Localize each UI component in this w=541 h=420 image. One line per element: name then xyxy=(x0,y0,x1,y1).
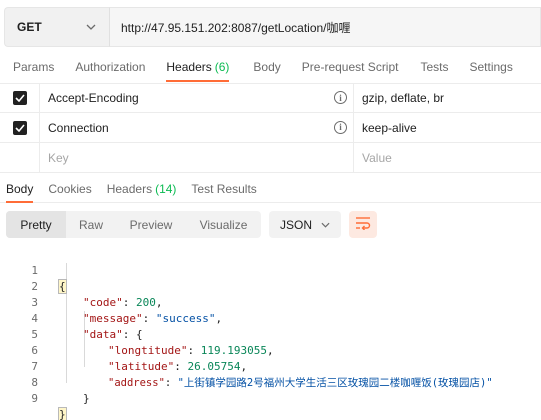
format-select[interactable]: JSON xyxy=(269,211,341,238)
tab-tests[interactable]: Tests xyxy=(420,52,448,82)
code-line: 5 "longtitude": 119.193055, xyxy=(0,311,541,357)
close-brace: } xyxy=(58,407,67,420)
header-key-cell[interactable]: Accept-Encoding i xyxy=(40,83,354,113)
tab-pre-request-script[interactable]: Pre-request Script xyxy=(302,52,399,82)
tab-label: Pre-request Script xyxy=(301,60,399,74)
request-bar: GET http://47.95.151.202:8087/getLocatio… xyxy=(4,7,541,47)
header-enable-checkbox-empty xyxy=(0,142,40,173)
tab-cookies[interactable]: Cookies xyxy=(48,176,91,203)
header-row: Accept-Encoding i gzip, deflate, br xyxy=(0,83,541,113)
header-value-input[interactable]: Value xyxy=(354,143,541,173)
header-value: gzip, deflate, br xyxy=(362,91,445,105)
code-line: 9 } xyxy=(0,375,541,420)
chevron-down-icon xyxy=(317,217,333,233)
header-value-cell[interactable]: gzip, deflate, br xyxy=(354,83,541,113)
chevron-down-icon xyxy=(83,19,99,35)
view-mode-switch: Pretty Raw Preview Visualize xyxy=(6,211,261,238)
response-tabs: Body Cookies Headers (14) Test Results xyxy=(0,176,541,203)
tab-label: Body xyxy=(253,60,281,74)
view-preview-button[interactable]: Preview xyxy=(116,211,186,238)
url-input[interactable]: http://47.95.151.202:8087/getLocation/咖喱 xyxy=(109,7,541,47)
response-body-editor[interactable]: 1 { 2 "code": 200, 3 "message": "success… xyxy=(0,247,541,420)
view-pretty-button[interactable]: Pretty xyxy=(6,211,66,238)
tab-label: Test Results xyxy=(191,182,257,196)
header-row-empty: Key Value xyxy=(0,142,541,173)
code-line: 2 "code": 200, xyxy=(0,263,541,309)
response-toolbar: Pretty Raw Preview Visualize JSON xyxy=(6,211,377,238)
wrap-lines-icon xyxy=(355,216,371,233)
tab-headers[interactable]: Headers (6) xyxy=(166,52,230,82)
tab-response-body[interactable]: Body xyxy=(6,176,34,203)
tab-label: Body xyxy=(6,182,34,196)
header-value: keep-alive xyxy=(362,120,417,135)
view-visualize-button[interactable]: Visualize xyxy=(186,211,261,238)
tab-settings[interactable]: Settings xyxy=(470,52,513,82)
key-placeholder: Key xyxy=(48,150,69,165)
tab-authorization[interactable]: Authorization xyxy=(75,52,145,82)
line-number: 9 xyxy=(31,392,38,405)
header-key-cell[interactable]: Connection i xyxy=(40,112,354,143)
tab-test-results[interactable]: Test Results xyxy=(191,176,256,203)
header-enable-checkbox[interactable] xyxy=(0,112,40,143)
code-line: 8 } xyxy=(0,359,541,405)
code-text: } xyxy=(58,407,67,420)
view-raw-button[interactable]: Raw xyxy=(66,211,116,238)
code-line: 4 "data": { xyxy=(0,295,541,341)
tab-label: Headers xyxy=(166,60,212,74)
header-key: Accept-Encoding xyxy=(48,91,139,105)
tab-label: Params xyxy=(13,60,55,74)
tab-params[interactable]: Params xyxy=(13,52,54,82)
request-tabs: Params Authorization Headers (6) Body Pre… xyxy=(0,52,541,82)
header-key-input[interactable]: Key xyxy=(40,142,354,173)
code-text: } xyxy=(83,391,90,407)
format-label: JSON xyxy=(280,217,313,232)
tab-response-headers[interactable]: Headers (14) xyxy=(107,176,177,203)
method-label: GET xyxy=(17,20,42,34)
code-line: 7 "address": "上街镇学园路2号福州大学生活三区玫瑰园二楼咖喱饭(玫… xyxy=(0,343,541,389)
header-value-cell[interactable]: keep-alive xyxy=(354,113,541,143)
tab-label: Headers xyxy=(106,182,153,196)
tab-label: Tests xyxy=(420,60,449,74)
wrap-lines-button[interactable] xyxy=(349,211,377,238)
response-headers-count: (14) xyxy=(155,182,177,196)
code-line: 6 "latitude": 26.05754, xyxy=(0,327,541,373)
info-icon[interactable]: i xyxy=(334,91,347,104)
tab-label: Authorization xyxy=(75,60,146,74)
header-enable-checkbox[interactable] xyxy=(0,83,40,113)
headers-count: (6) xyxy=(214,60,230,74)
method-select[interactable]: GET xyxy=(4,7,109,47)
tab-body[interactable]: Body xyxy=(253,52,280,82)
headers-table: Accept-Encoding i gzip, deflate, br Conn… xyxy=(0,83,541,173)
value-placeholder: Value xyxy=(362,150,392,165)
code-line: 3 "message": "success", xyxy=(0,279,541,325)
tab-label: Cookies xyxy=(48,182,92,196)
code-line: 1 { xyxy=(0,247,541,294)
data-close-brace: } xyxy=(83,392,90,405)
checkbox-checked-icon xyxy=(12,120,27,135)
header-key: Connection xyxy=(48,120,109,135)
checkbox-checked-icon xyxy=(12,91,27,105)
header-row: Connection i keep-alive xyxy=(0,112,541,143)
tab-label: Settings xyxy=(469,60,513,74)
info-icon[interactable]: i xyxy=(334,120,347,134)
